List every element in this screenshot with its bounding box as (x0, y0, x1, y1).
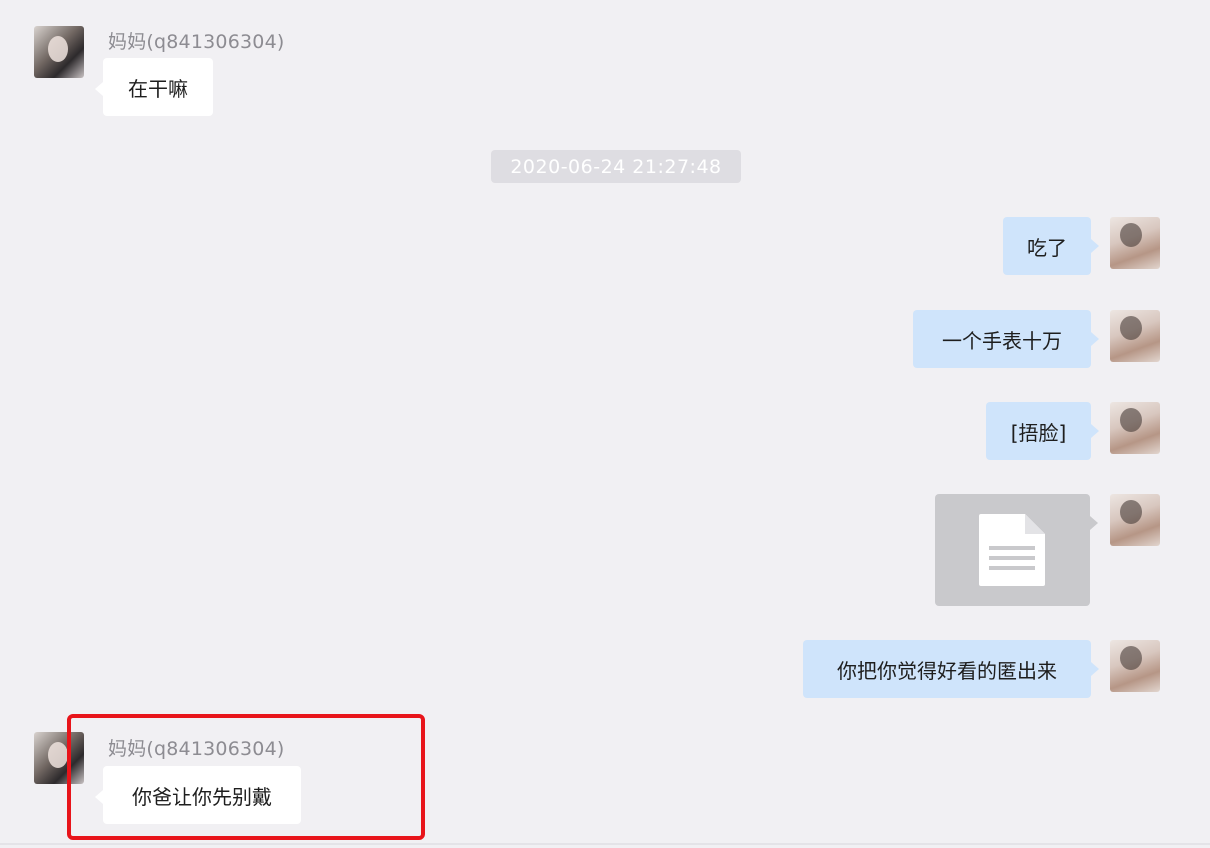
user-avatar[interactable] (1110, 402, 1160, 454)
divider (0, 843, 1210, 845)
document-icon (979, 514, 1045, 586)
outgoing-message-bubble[interactable]: 你把你觉得好看的匿出来 (803, 640, 1099, 698)
outgoing-message-bubble[interactable]: 吃了 (1003, 217, 1099, 275)
outgoing-message-bubble[interactable]: 一个手表十万 (913, 310, 1099, 368)
user-avatar[interactable] (1110, 494, 1160, 546)
file-message-bubble[interactable] (935, 494, 1098, 606)
user-avatar[interactable] (1110, 310, 1160, 362)
message-text: 一个手表十万 (942, 328, 1062, 353)
outgoing-message-bubble[interactable]: [捂脸] (986, 402, 1099, 460)
user-avatar[interactable] (1110, 640, 1160, 692)
message-text: 吃了 (1027, 235, 1067, 260)
timestamp-label: 2020-06-24 21:27:48 (491, 150, 741, 183)
sender-name: 妈妈(q841306304) (108, 31, 285, 53)
message-text: 在干嘛 (128, 76, 188, 101)
user-avatar[interactable] (1110, 217, 1160, 269)
message-text: 你把你觉得好看的匿出来 (837, 658, 1057, 683)
highlight-annotation-box (67, 714, 425, 840)
timestamp-text: 2020-06-24 21:27:48 (510, 155, 722, 178)
contact-avatar[interactable] (34, 26, 84, 78)
incoming-message-bubble[interactable]: 在干嘛 (95, 58, 213, 116)
message-text: [捂脸] (1010, 420, 1067, 445)
